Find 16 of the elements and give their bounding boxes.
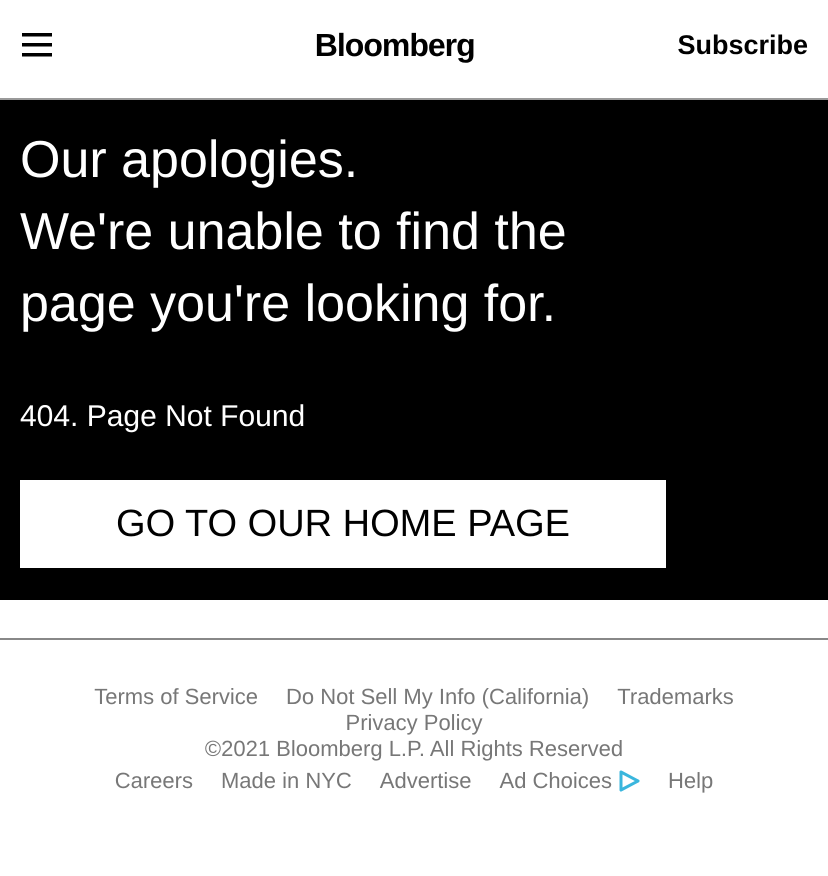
footer-link[interactable]: Careers bbox=[114, 768, 193, 794]
footer-link[interactable]: Do Not Sell My Info (California) bbox=[286, 684, 590, 710]
footer-link[interactable]: Terms of Service bbox=[94, 684, 258, 710]
home-page-button[interactable]: GO TO OUR HOME PAGE bbox=[20, 480, 666, 568]
privacy-policy-link[interactable]: Privacy Policy bbox=[346, 710, 482, 736]
bloomberg-logo[interactable]: Bloomberg bbox=[314, 26, 475, 64]
footer-link[interactable]: Ad Choices bbox=[500, 768, 612, 794]
error-heading: Our apologies. We're unable to find the page you're looking for. bbox=[20, 130, 568, 335]
footer-link[interactable]: Trademarks bbox=[617, 684, 734, 710]
footer-link[interactable]: Help bbox=[668, 768, 714, 794]
subscribe-link[interactable]: Subscribe bbox=[677, 30, 808, 60]
menu-icon[interactable] bbox=[22, 32, 52, 58]
footer-link[interactable]: Advertise bbox=[380, 768, 472, 794]
footer-link[interactable]: Made in NYC bbox=[220, 768, 352, 794]
copyright-text: ©2021 Bloomberg L.P. All Rights Reserved bbox=[204, 736, 624, 762]
error-code: 404. Page Not Found bbox=[20, 400, 306, 434]
